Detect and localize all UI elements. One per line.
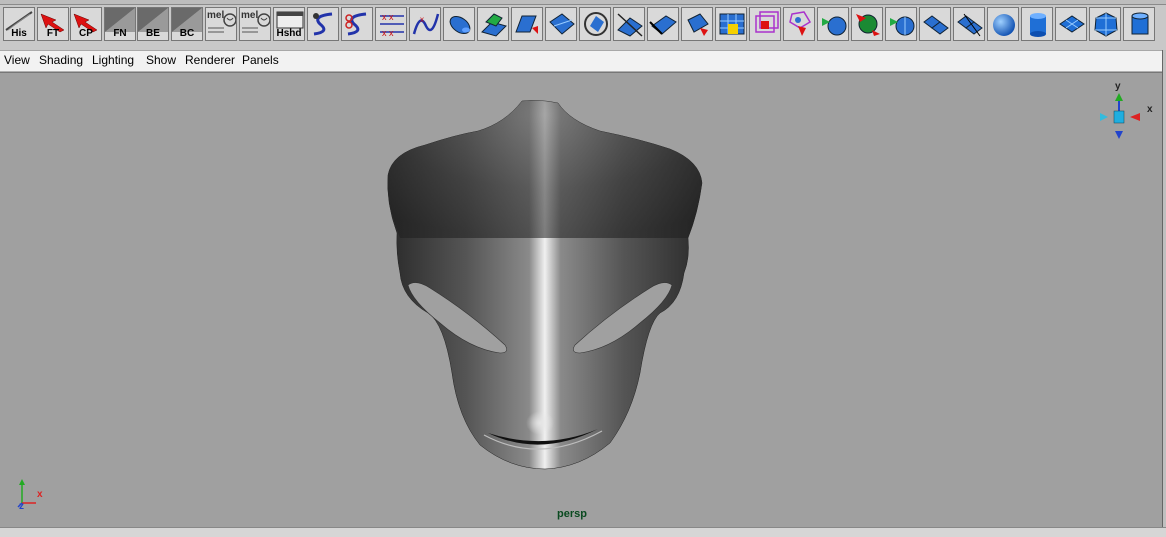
menu-renderer[interactable]: Renderer bbox=[185, 53, 235, 67]
bc-button[interactable]: BC bbox=[171, 7, 203, 41]
hypershade-label: Hshd bbox=[276, 28, 302, 39]
view-cube-icon[interactable] bbox=[1090, 83, 1150, 143]
axis-z-label: z bbox=[19, 501, 24, 512]
be-label: BE bbox=[146, 28, 160, 39]
panel-menu-bar: View Shading Lighting Show Renderer Pane… bbox=[0, 51, 1166, 72]
freeze-transforms-button[interactable]: FT bbox=[37, 7, 69, 41]
surface-loft-icon bbox=[481, 13, 507, 37]
sphere-attach-icon bbox=[856, 14, 880, 36]
surface-grid-icon bbox=[719, 13, 745, 35]
poly-sphere-button[interactable] bbox=[1089, 7, 1121, 41]
lattice-icon bbox=[755, 11, 779, 33]
curve-icon bbox=[313, 12, 333, 36]
curve-edit-icon: x bbox=[412, 13, 440, 35]
sphere-detach-icon bbox=[890, 16, 915, 36]
hypershade-button[interactable]: Hshd bbox=[273, 7, 305, 41]
shelf-tabs-strip bbox=[0, 0, 1166, 5]
surface-align-button[interactable] bbox=[681, 7, 713, 41]
sculpt-button[interactable] bbox=[783, 7, 815, 41]
plane-icon bbox=[1059, 15, 1085, 33]
menu-lighting[interactable]: Lighting bbox=[92, 53, 134, 67]
view-cube-x-label: x bbox=[1147, 104, 1153, 115]
surface-project-icon bbox=[584, 12, 608, 36]
sphere-icon bbox=[993, 14, 1015, 36]
alien-head-mesh[interactable] bbox=[0, 73, 1162, 527]
sphere-attach-button[interactable] bbox=[851, 7, 883, 41]
view-cube-y-label: y bbox=[1115, 81, 1121, 92]
plane-duplicate-button[interactable] bbox=[919, 7, 951, 41]
panel-right-edge bbox=[1162, 50, 1166, 530]
poly-cylinder-button[interactable] bbox=[1123, 7, 1155, 41]
axis-x-label: x bbox=[37, 489, 43, 500]
sculpt-icon bbox=[789, 11, 812, 36]
curve-scissors-icon bbox=[345, 12, 367, 36]
plane-combine-icon bbox=[957, 13, 983, 37]
svg-text:x x: x x bbox=[382, 28, 394, 38]
curve-edit-button[interactable]: x bbox=[409, 7, 441, 41]
surface-trim-button[interactable] bbox=[613, 7, 645, 41]
menu-show[interactable]: Show bbox=[146, 53, 176, 67]
cylinder-icon bbox=[1030, 13, 1046, 37]
fn-button[interactable]: FN bbox=[104, 7, 136, 41]
poly-sphere-icon bbox=[1094, 12, 1118, 37]
surface-offset-icon bbox=[649, 15, 677, 35]
nurbs-cylinder-button[interactable] bbox=[1021, 7, 1053, 41]
camera-name-label: persp bbox=[557, 508, 587, 520]
surface-project-button[interactable] bbox=[579, 7, 611, 41]
poly-cylinder-icon bbox=[1131, 12, 1149, 35]
surface-offset-button[interactable] bbox=[647, 7, 679, 41]
shelf-toolbar: His FT CP FN BE BC mel mel Hshd x x x x … bbox=[0, 0, 1166, 51]
axis-gizmo-icon bbox=[17, 479, 36, 508]
be-button[interactable]: BE bbox=[137, 7, 169, 41]
sphere-split-button[interactable] bbox=[817, 7, 849, 41]
curve-points-icon: x x x x bbox=[380, 12, 404, 38]
menu-view[interactable]: View bbox=[4, 53, 30, 67]
mel-script-button-2[interactable]: mel bbox=[239, 7, 271, 41]
freeze-transforms-label: FT bbox=[46, 28, 60, 39]
surface-extrude-button[interactable] bbox=[511, 7, 543, 41]
sphere-split-icon bbox=[822, 16, 847, 36]
curve-tool-button[interactable] bbox=[307, 7, 339, 41]
surface-planar-button[interactable] bbox=[545, 7, 577, 41]
svg-text:x x: x x bbox=[382, 12, 394, 22]
center-pivot-label: CP bbox=[79, 28, 93, 39]
plane-combine-button[interactable] bbox=[953, 7, 985, 41]
surface-trim-icon bbox=[617, 13, 643, 37]
curve-cut-button[interactable] bbox=[341, 7, 373, 41]
surface-extrude-icon bbox=[515, 15, 538, 34]
lattice-button[interactable] bbox=[749, 7, 781, 41]
nurbs-sphere-button[interactable] bbox=[987, 7, 1019, 41]
surface-planar-icon bbox=[549, 13, 575, 35]
bc-label: BC bbox=[179, 28, 195, 39]
plane-duplicate-icon bbox=[923, 15, 949, 35]
surface-revolve-button[interactable] bbox=[443, 7, 475, 41]
mel-script-icon bbox=[242, 13, 270, 33]
nurbs-plane-button[interactable] bbox=[1055, 7, 1087, 41]
curve-points-button[interactable]: x x x x bbox=[375, 7, 407, 41]
history-button-label: His bbox=[11, 28, 27, 39]
surface-grid-button[interactable] bbox=[715, 7, 747, 41]
mel-script-icon bbox=[208, 13, 236, 33]
svg-text:x: x bbox=[420, 15, 424, 24]
mel-script-button-1[interactable]: mel bbox=[205, 7, 237, 41]
sphere-detach-button[interactable] bbox=[885, 7, 917, 41]
center-pivot-button[interactable]: CP bbox=[70, 7, 102, 41]
history-button[interactable]: His bbox=[3, 7, 35, 41]
surface-loft-button[interactable] bbox=[477, 7, 509, 41]
surface-align-icon bbox=[687, 13, 709, 36]
fn-label: FN bbox=[113, 28, 127, 39]
perspective-viewport[interactable]: y x x z bbox=[0, 72, 1162, 527]
menu-shading[interactable]: Shading bbox=[39, 53, 83, 67]
menu-panels[interactable]: Panels bbox=[242, 53, 279, 67]
surface-tube-icon bbox=[449, 15, 471, 35]
